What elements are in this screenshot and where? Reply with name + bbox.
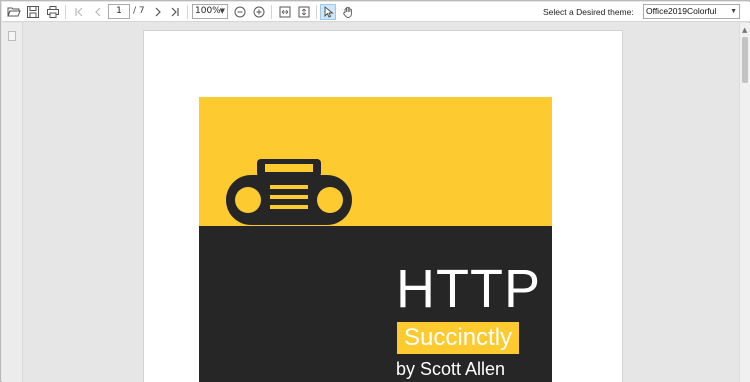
toolbar-separator — [65, 5, 66, 19]
pdf-page: HTTP Succinctly by Scott Allen — [143, 30, 623, 382]
prev-page-icon[interactable] — [90, 4, 106, 20]
zoom-value: 100% — [195, 6, 221, 16]
first-page-icon[interactable] — [71, 4, 87, 20]
book-subtitle: Succinctly — [397, 322, 520, 354]
toolbar: 1 / 7 100% ▼ Select a Desired theme: Off… — [2, 2, 750, 22]
thumbnail-pane — [2, 23, 23, 382]
cursor-icon[interactable] — [320, 4, 336, 20]
fit-width-icon[interactable] — [296, 4, 312, 20]
hand-icon[interactable] — [340, 4, 356, 20]
scrollbar-thumb[interactable] — [742, 37, 748, 83]
vertical-scrollbar[interactable]: ▲ — [739, 23, 750, 382]
document-viewer[interactable]: HTTP Succinctly by Scott Allen — [23, 23, 739, 382]
pdf-viewer-window: 1 / 7 100% ▼ Select a Desired theme: Off… — [0, 0, 750, 382]
folder-open-icon[interactable] — [6, 4, 22, 20]
last-page-icon[interactable] — [167, 4, 183, 20]
print-icon[interactable] — [45, 4, 61, 20]
book-author: by Scott Allen — [396, 359, 506, 379]
page-thumbnail-icon[interactable] — [8, 31, 16, 41]
toolbar-separator — [187, 5, 188, 19]
theme-dropdown[interactable]: Office2019Colorful ▼ — [643, 4, 740, 19]
theme-value: Office2019Colorful — [646, 6, 717, 16]
scroll-up-icon[interactable]: ▲ — [742, 26, 747, 34]
zoom-in-icon[interactable] — [251, 4, 267, 20]
book-title: HTTP — [396, 259, 541, 319]
fit-page-icon[interactable] — [277, 4, 293, 20]
toolbar-separator — [316, 5, 317, 19]
toolbar-separator — [271, 5, 272, 19]
zoom-dropdown[interactable]: 100% ▼ — [192, 4, 228, 19]
next-page-icon[interactable] — [150, 4, 166, 20]
chevron-down-icon: ▼ — [219, 7, 225, 15]
theme-label: Select a Desired theme: — [543, 7, 634, 17]
chevron-down-icon: ▼ — [730, 8, 737, 15]
book-cover: HTTP Succinctly by Scott Allen — [199, 97, 552, 382]
zoom-out-icon[interactable] — [232, 4, 248, 20]
total-pages-label: / 7 — [133, 6, 145, 16]
current-page-input[interactable]: 1 — [108, 4, 130, 19]
save-icon[interactable] — [25, 4, 41, 20]
boombox-icon — [226, 159, 352, 225]
